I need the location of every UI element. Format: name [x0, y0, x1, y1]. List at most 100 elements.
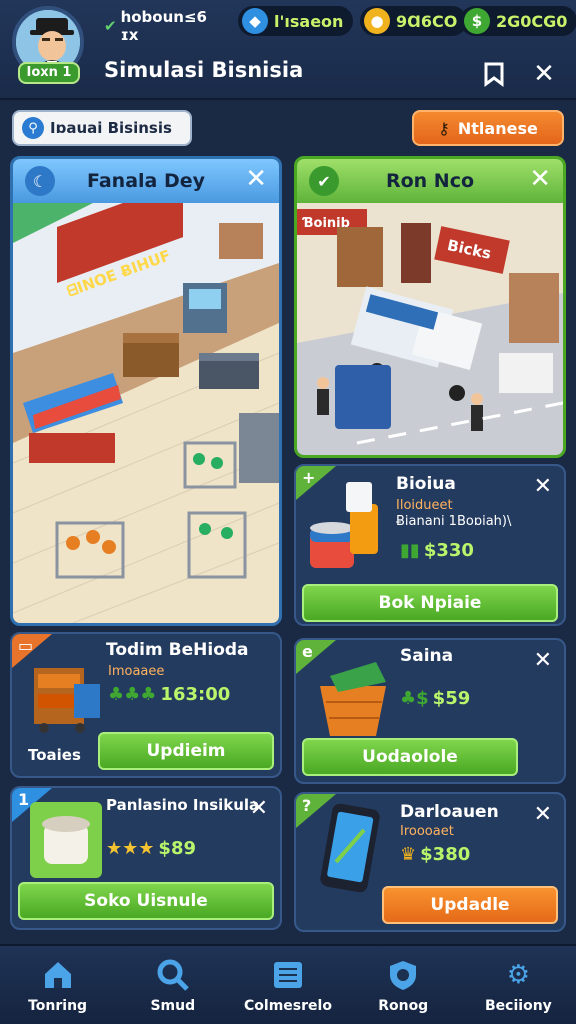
card-corner-icon: ▭ — [18, 636, 34, 655]
player-name-label: hoboun≤6 ɪx — [120, 8, 207, 44]
shield-icon — [384, 956, 422, 994]
search-row: ⚲ Iɒauai Bisinsis ⚷ Ntlanese — [0, 100, 576, 152]
price-value: $330 — [423, 540, 474, 561]
cash-icon: ♛ — [400, 844, 417, 865]
close-icon[interactable]: ✕ — [245, 164, 267, 194]
upgrade-button[interactable]: Uodaolole — [302, 738, 518, 776]
nav-item-ranking[interactable]: Ronog — [346, 946, 461, 1024]
card-title: Todim BeHioda — [106, 640, 249, 660]
home-icon — [39, 956, 77, 994]
search-icon: ⚲ — [22, 117, 44, 139]
key-icon: ⚷ — [438, 118, 450, 138]
panel-header: ☾ Fanala Dey ✕ — [13, 159, 279, 203]
ledger-icon — [269, 956, 307, 994]
card-side-label: Toaies — [28, 746, 81, 764]
cash-value: 2G0CG0 — [496, 11, 568, 31]
shelf-cart-icon — [34, 668, 100, 733]
upgrade-button[interactable]: Updieim — [98, 732, 274, 770]
page-title: Simulasi Bisnisia — [104, 58, 304, 82]
close-icon[interactable]: ✕ — [534, 474, 552, 499]
panel-header: ✔ Ron Nco ✕ — [297, 159, 563, 203]
card-price: ♣♣♣ 163:00 — [108, 684, 230, 705]
bookmark-icon — [484, 62, 504, 87]
cash-icon: ♣$ — [400, 688, 429, 709]
nav-item-home[interactable]: Tonring — [0, 946, 115, 1024]
search-placeholder: Iɒauai Bisinsis — [50, 119, 172, 137]
search-icon — [154, 956, 192, 994]
supermarket-scene: ᗺINOE ɃIHUF — [13, 181, 279, 623]
level-badge: Ioxn 1 — [18, 62, 80, 84]
buy-button[interactable]: Soko Uisnule — [18, 882, 274, 920]
price-value: 163:00 — [160, 684, 231, 705]
upgrade-button[interactable]: Updadle — [382, 886, 558, 924]
product-card-4[interactable]: 1 Panlasino Insikula ✕ ★★★ $89 Soko Uisn… — [10, 786, 282, 930]
gear-icon: ⚙ — [506, 960, 531, 990]
card-price: ★★★ $89 — [106, 838, 196, 859]
card-subtitle: Imoaaee — [108, 664, 165, 679]
coin-value: 9Ɑ6CO — [396, 11, 458, 31]
moon-icon: ☾ — [25, 166, 55, 196]
close-icon[interactable]: ✕ — [534, 648, 552, 673]
price-value: $380 — [420, 844, 471, 865]
search-input[interactable]: ⚲ Iɒauai Bisinsis — [12, 110, 192, 146]
truck-scene: Ɓoinib Bicks — [297, 203, 563, 455]
product-card-2[interactable]: ▭ Todim BeHioda Imoaaee ♣♣♣ 163:00 Toaie… — [10, 632, 282, 778]
close-icon[interactable]: ✕ — [534, 802, 552, 827]
card-title: Panlasino Insikula — [106, 796, 260, 814]
price-value: $89 — [158, 838, 196, 859]
basket-icon — [320, 662, 386, 736]
star-icons: ★★★ — [106, 838, 155, 859]
bookmark-button[interactable] — [476, 56, 512, 92]
player-name: ✔ hoboun≤6 ɪx — [104, 8, 224, 44]
cash-stack-icon: ▮▮ — [400, 540, 420, 561]
card-description: Ƀianani 1Boɒiah)\ — [396, 514, 512, 529]
store-panel-right[interactable]: ✔ Ron Nco ✕ Ɓoinib Bicks — [294, 156, 566, 458]
smartphone-icon — [320, 803, 380, 893]
close-icon: ✕ — [533, 59, 555, 89]
supermarket-illustration: ᗺINOE ɃIHUF — [13, 181, 279, 623]
coin-icon: ● — [364, 8, 390, 34]
card-price: ▮▮ $330 — [400, 540, 474, 561]
nav-label: Ronog — [378, 998, 429, 1014]
close-icon[interactable]: ✕ — [250, 796, 268, 821]
top-bar: Ioxn 1 ✔ hoboun≤6 ɪx ◆ l'ısaeon ● 9Ɑ6CO … — [0, 0, 576, 100]
card-title: Bioiua — [396, 474, 456, 494]
clover-icons: ♣♣♣ — [108, 684, 157, 705]
gem-icon: ◆ — [242, 8, 268, 34]
nav-label: Tonring — [28, 998, 88, 1014]
coin-counter[interactable]: ● 9Ɑ6CO — [360, 6, 468, 36]
buy-button[interactable]: Bok Npiaie — [302, 584, 558, 622]
card-price: ♣$ $59 — [400, 688, 470, 709]
paint-cans-icon — [310, 482, 378, 568]
rice-cooker-icon — [30, 802, 102, 878]
nav-item-search[interactable]: Smud — [115, 946, 230, 1024]
product-card-1[interactable]: + Bioiua Iloidueet Ƀianani 1Boɒiah)\ ▮▮ … — [294, 464, 566, 626]
gem-value: l'ısaeon — [274, 11, 344, 31]
action-button[interactable]: ⚷ Ntlanese — [412, 110, 564, 146]
close-button[interactable]: ✕ — [526, 56, 562, 92]
nav-item-settings[interactable]: ⚙ Beciiony — [461, 946, 576, 1024]
nav-label: Beciiony — [485, 998, 552, 1014]
nav-item-commerce[interactable]: Colmesrelo — [230, 946, 345, 1024]
gem-counter[interactable]: ◆ l'ısaeon — [238, 6, 354, 36]
card-subtitle: Iroooaet — [400, 824, 454, 839]
product-card-5[interactable]: ? Darloauen Iroooaet ♛ $380 ✕ Updadle — [294, 792, 566, 932]
action-button-label: Ntlanese — [457, 118, 538, 138]
card-title: Saina — [400, 646, 454, 666]
panel-title: Ron Nco — [385, 170, 475, 192]
store-panel-left[interactable]: ☾ Fanala Dey ✕ ᗺINOE ɃIHUF — [10, 156, 282, 626]
checkmark-icon: ✔ — [104, 17, 117, 35]
cash-counter[interactable]: $ 2G0CG0 — [460, 6, 576, 36]
card-subtitle: Iloidueet — [396, 498, 453, 513]
bottom-nav: Tonring Smud Colmesrelo Ronog ⚙ Beciiony — [0, 944, 576, 1024]
panel-title: Fanala Dey — [86, 170, 206, 192]
delivery-illustration: Ɓoinib Bicks — [297, 203, 563, 455]
card-price: ♛ $380 — [400, 844, 470, 865]
nav-label: Colmesrelo — [244, 998, 332, 1014]
product-card-3[interactable]: e Saina ♣$ $59 ✕ Uodaolole — [294, 638, 566, 784]
close-icon[interactable]: ✕ — [529, 164, 551, 194]
price-value: $59 — [432, 688, 471, 709]
card-title: Darloauen — [400, 802, 499, 822]
nav-label: Smud — [150, 998, 196, 1014]
check-icon: ✔ — [309, 166, 339, 196]
